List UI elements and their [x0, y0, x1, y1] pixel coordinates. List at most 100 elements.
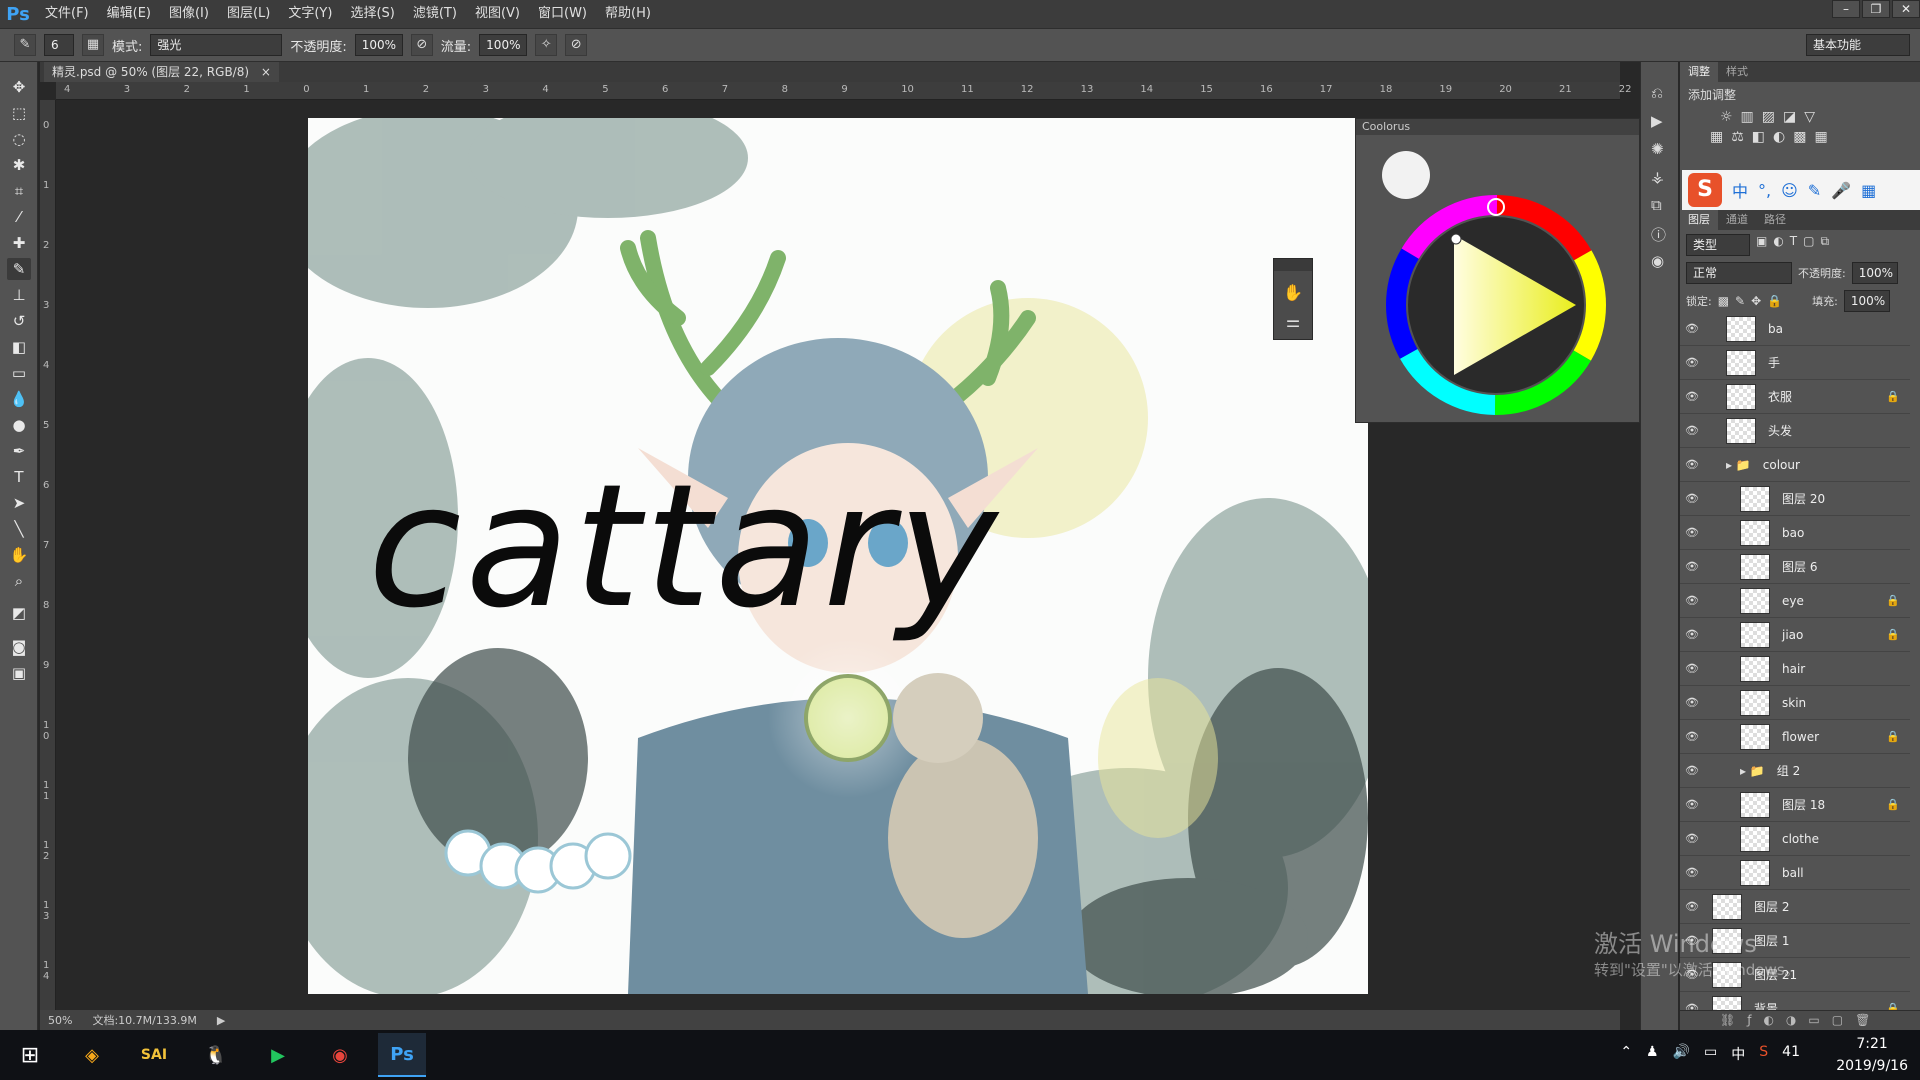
- stamp-tool-icon[interactable]: ⊥: [7, 284, 31, 306]
- lock-icons[interactable]: ▩✎✥🔒: [1718, 294, 1788, 308]
- folder-icon[interactable]: ▸ 📁: [1740, 764, 1765, 778]
- visibility-eye-icon[interactable]: 👁: [1680, 356, 1704, 369]
- layer-row[interactable]: 👁 ▸ 📁 组 2: [1680, 754, 1910, 788]
- mode-select[interactable]: 强光: [150, 34, 283, 56]
- layer-row[interactable]: 👁 衣服 🔒: [1680, 380, 1910, 414]
- line-tool-icon[interactable]: ╲: [7, 518, 31, 540]
- artwork-canvas[interactable]: cattary: [308, 118, 1368, 994]
- document-tab-close[interactable]: ×: [261, 65, 271, 79]
- color-swatches-icon[interactable]: ◩: [7, 602, 31, 624]
- menu-item[interactable]: 选择(S): [341, 0, 403, 28]
- menu-item[interactable]: 视图(V): [466, 0, 529, 28]
- ime-chinese-icon[interactable]: 中: [1732, 178, 1748, 202]
- ime-indicator[interactable]: 中: [1731, 1044, 1745, 1064]
- layer-actions-icons[interactable]: ⛓ƒ◐◑▭▢🗑: [1720, 1013, 1882, 1027]
- layer-row[interactable]: 👁 手: [1680, 346, 1910, 380]
- layer-filter-icons[interactable]: ▣◐T▢⧉: [1756, 234, 1835, 256]
- adjustment-icons-row1[interactable]: ☼▥▨◪▽: [1680, 107, 1920, 127]
- menu-item[interactable]: 编辑(E): [98, 0, 160, 28]
- screen-mode-icon[interactable]: ▣: [7, 662, 31, 684]
- video-player-icon[interactable]: ▶: [254, 1033, 302, 1077]
- status-arrow-icon[interactable]: ▶: [217, 1014, 225, 1027]
- layer-row[interactable]: 👁 图层 18 🔒: [1680, 788, 1910, 822]
- fill-input[interactable]: 100%: [1843, 290, 1890, 312]
- tray-number[interactable]: 41: [1782, 1044, 1800, 1064]
- layer-row[interactable]: 👁 图层 6: [1680, 550, 1910, 584]
- blur-tool-icon[interactable]: 💧: [7, 388, 31, 410]
- sogou-logo[interactable]: S: [1688, 173, 1722, 207]
- lasso-tool-icon[interactable]: ◌: [7, 128, 31, 150]
- actions-play-icon[interactable]: ▶: [1651, 112, 1663, 130]
- restore-button[interactable]: ❐: [1862, 0, 1890, 18]
- tab-layers[interactable]: 图层: [1680, 210, 1718, 230]
- clone-source-icon[interactable]: ⚶: [1651, 168, 1664, 186]
- marquee-tool-icon[interactable]: ⬚: [7, 102, 31, 124]
- brush-tool-icon[interactable]: ✎: [7, 258, 31, 280]
- visibility-eye-icon[interactable]: 👁: [1680, 390, 1704, 403]
- battery-icon[interactable]: ▭: [1704, 1044, 1717, 1064]
- visibility-eye-icon[interactable]: 👁: [1680, 628, 1704, 641]
- airbrush-icon[interactable]: ✧: [535, 34, 558, 56]
- tab-adjustments[interactable]: 调整: [1680, 62, 1718, 82]
- pressure-size-icon[interactable]: ⊘: [565, 34, 588, 56]
- app-icon-1[interactable]: ◈: [68, 1033, 116, 1077]
- layer-row[interactable]: 👁 头发: [1680, 414, 1910, 448]
- pressure-opacity-icon[interactable]: ⊘: [410, 34, 433, 56]
- layer-row[interactable]: 👁 图层 2: [1680, 890, 1910, 924]
- menu-item[interactable]: 图像(I): [160, 0, 218, 28]
- layer-row[interactable]: 👁 clothe: [1680, 822, 1910, 856]
- tab-styles[interactable]: 样式: [1718, 62, 1756, 82]
- gradient-tool-icon[interactable]: ▭: [7, 362, 31, 384]
- quick-select-tool-icon[interactable]: ✱: [7, 154, 31, 176]
- layer-row[interactable]: 👁 jiao 🔒: [1680, 618, 1910, 652]
- color-wheel[interactable]: [1356, 135, 1641, 420]
- dodge-tool-icon[interactable]: ●: [7, 414, 31, 436]
- blend-mode-select[interactable]: 正常: [1686, 262, 1792, 284]
- close-button[interactable]: ✕: [1892, 0, 1920, 18]
- visibility-eye-icon[interactable]: 👁: [1680, 1002, 1704, 1010]
- tab-paths[interactable]: 路径: [1756, 210, 1794, 230]
- move-tool-icon[interactable]: ✥: [7, 76, 31, 98]
- folder-icon[interactable]: ▸ 📁: [1726, 458, 1751, 472]
- visibility-eye-icon[interactable]: 👁: [1680, 730, 1704, 743]
- clock[interactable]: 7:21 2019/9/16: [1836, 1033, 1908, 1077]
- visibility-eye-icon[interactable]: 👁: [1680, 696, 1704, 709]
- start-button-icon[interactable]: ⊞: [6, 1033, 54, 1077]
- toolbox-grid-icon[interactable]: ▦: [1861, 181, 1876, 200]
- visibility-eye-icon[interactable]: 👁: [1680, 458, 1704, 471]
- tray-expand-icon[interactable]: ⌃: [1620, 1044, 1632, 1064]
- layer-row[interactable]: 👁 图层 20: [1680, 482, 1910, 516]
- visibility-eye-icon[interactable]: 👁: [1680, 322, 1704, 335]
- kuler-icon[interactable]: ◉: [1651, 252, 1664, 270]
- pen-tool-icon[interactable]: ✒: [7, 440, 31, 462]
- crop-tool-icon[interactable]: ⌗: [7, 180, 31, 202]
- chrome-icon[interactable]: ◉: [316, 1033, 364, 1077]
- mini-panel-header[interactable]: [1274, 259, 1312, 271]
- visibility-eye-icon[interactable]: 👁: [1680, 492, 1704, 505]
- info-icon[interactable]: ⓘ: [1651, 224, 1666, 245]
- visibility-eye-icon[interactable]: 👁: [1680, 424, 1704, 437]
- layer-row[interactable]: 👁 ball: [1680, 856, 1910, 890]
- layer-row[interactable]: 👁 hair: [1680, 652, 1910, 686]
- photoshop-taskbar-icon[interactable]: Ps: [378, 1033, 426, 1077]
- ruler-vertical[interactable]: 0 1 2 3 4 5 6 7 8 9 1 0 1 1 1 2 1 3 1 4: [40, 100, 56, 1010]
- emoji-icon[interactable]: ☺: [1781, 181, 1798, 200]
- visibility-eye-icon[interactable]: 👁: [1680, 900, 1704, 913]
- ruler-horizontal[interactable]: 4 3 2 1 0 1 2 3 4 5 6 7 8 9 10 11 12 13 14 15 16 17 18 19 20 21 22: [56, 82, 1632, 100]
- brush-settings-dock-icon[interactable]: ✺: [1651, 140, 1664, 158]
- zoom-level[interactable]: 50%: [48, 1014, 72, 1027]
- path-select-tool-icon[interactable]: ➤: [7, 492, 31, 514]
- document-tab[interactable]: 精灵.psd @ 50% (图层 22, RGB/8) ×: [44, 62, 279, 82]
- menu-item[interactable]: 图层(L): [218, 0, 279, 28]
- layer-row[interactable]: 👁 背景 🔒: [1680, 992, 1910, 1010]
- minimize-button[interactable]: –: [1832, 0, 1860, 18]
- app-icon-sai[interactable]: SAI: [130, 1033, 178, 1077]
- zoom-tool-icon[interactable]: ⌕: [7, 570, 31, 592]
- visibility-eye-icon[interactable]: 👁: [1680, 798, 1704, 811]
- visibility-eye-icon[interactable]: 👁: [1680, 662, 1704, 675]
- brush-panel-icon[interactable]: ▦: [82, 34, 104, 56]
- layer-row[interactable]: 👁 flower 🔒: [1680, 720, 1910, 754]
- visibility-eye-icon[interactable]: 👁: [1680, 526, 1704, 539]
- brush-size-picker[interactable]: 6: [44, 34, 74, 56]
- visibility-eye-icon[interactable]: 👁: [1680, 560, 1704, 573]
